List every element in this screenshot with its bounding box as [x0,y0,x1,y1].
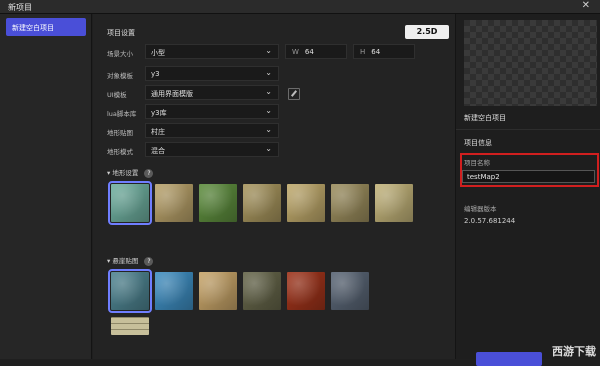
mode-badge[interactable]: 2.5D [405,25,449,39]
edit-icon[interactable] [288,88,300,100]
scene-size-label: 场景大小 [107,50,133,58]
cliff-brick[interactable] [111,317,149,335]
help-icon[interactable]: ? [144,257,154,266]
scene-size-select[interactable]: 小型 ⌄ [145,44,279,59]
tile-teal-rock[interactable] [108,181,152,225]
cliff-sand[interactable] [199,272,237,310]
tile-cobble[interactable] [331,184,369,222]
object-template-select[interactable]: y3 ⌄ [145,66,279,81]
chevron-down-icon: ⌄ [265,144,272,153]
project-name-input[interactable]: testMap2 [462,170,595,183]
editor-version-label: 编辑器版本 [464,205,497,213]
map-preview [464,20,597,106]
terrain-section-header[interactable]: ▾ 地形设置 ? [107,167,154,178]
create-button[interactable] [476,352,542,366]
settings-title: 项目设置 [107,29,135,37]
tile-sand-grass[interactable] [155,184,193,222]
lua-lib-select[interactable]: y3库 ⌄ [145,104,279,119]
terrain-texture-select[interactable]: 村庄 ⌄ [145,123,279,138]
preview-name: 新建空白项目 [464,114,506,122]
tile-sand-pebbles[interactable] [287,184,325,222]
project-info-panel: 新建空白项目 项目信息 项目名称 testMap2 编辑器版本 2.0.57.6… [455,14,600,359]
collapse-arrow-icon: ▾ [107,169,111,177]
collapse-arrow-icon: ▾ [107,257,111,265]
terrain-mode-select[interactable]: 混合 ⌄ [145,142,279,157]
help-icon[interactable]: ? [144,169,154,178]
cliff-lava[interactable] [287,272,325,310]
tile-pale-sand[interactable] [375,184,413,222]
cliff-slate[interactable] [331,272,369,310]
ui-template-select[interactable]: 通用界面模版 ⌄ [145,85,279,100]
divider [456,129,600,130]
project-name-label: 项目名称 [464,159,490,167]
cliff-teal-rock[interactable] [108,269,152,313]
window-title: 新项目 [8,3,32,12]
chevron-down-icon: ⌄ [265,87,272,96]
cliff-ice[interactable] [155,272,193,310]
chevron-down-icon: ⌄ [265,68,272,77]
close-icon[interactable]: ✕ [582,0,590,11]
editor-version-value: 2.0.57.681244 [464,217,516,225]
watermark: 西游下载 [552,345,596,358]
object-template-label: 对象模板 [107,72,133,80]
terrain-mode-label: 地形模式 [107,148,133,156]
cliff-mossy[interactable] [243,272,281,310]
title-bar: 新项目 ✕ [0,0,600,14]
cliff-section-header[interactable]: ▾ 悬崖贴图 ? [107,255,154,266]
width-input[interactable]: W 64 [285,44,347,59]
terrain-texture-label: 地形贴图 [107,129,133,137]
settings-panel: 项目设置 2.5D 场景大小 小型 ⌄ W 64 H 64 对象模板 y3 ⌄ UI… [93,14,455,359]
project-info-title: 项目信息 [464,139,492,147]
ui-template-label: UI模板 [107,91,127,99]
sidebar: 新建空白项目 [0,14,92,359]
sidebar-item-new-blank-project[interactable]: 新建空白项目 [6,18,86,36]
chevron-down-icon: ⌄ [265,125,272,134]
chevron-down-icon: ⌄ [265,46,272,55]
tile-grass[interactable] [199,184,237,222]
chevron-down-icon: ⌄ [265,106,272,115]
tile-sand-stone[interactable] [243,184,281,222]
lua-lib-label: lua脚本库 [107,110,137,118]
height-input[interactable]: H 64 [353,44,415,59]
